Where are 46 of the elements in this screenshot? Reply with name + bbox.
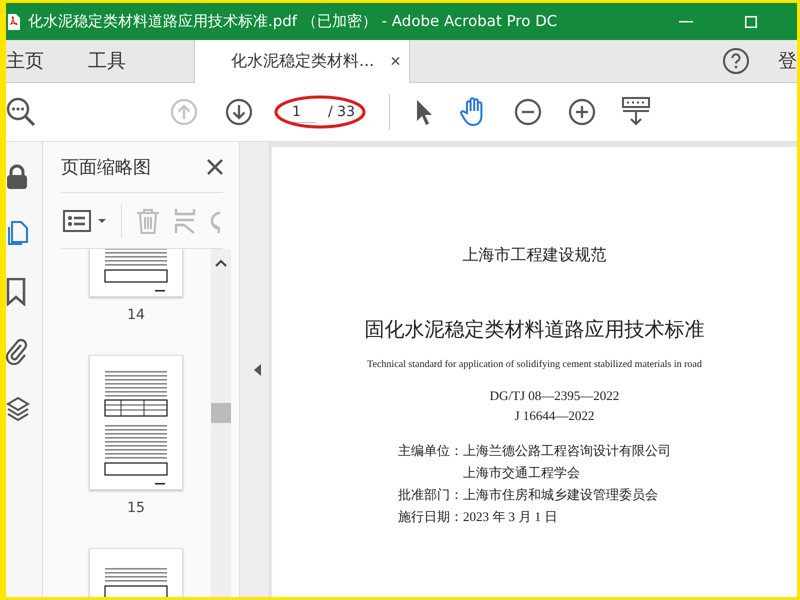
document-tab-label[interactable]: 化水泥稳定类材料... (231, 51, 374, 72)
paperclip-icon[interactable] (6, 337, 28, 365)
standard-code: DG/TJ 08—2395—2022 (490, 388, 620, 404)
layers-icon[interactable] (6, 396, 30, 424)
credit-label: 批准部门： (398, 486, 463, 504)
nav-tab[interactable]: 工具 (88, 40, 142, 82)
close-tab-button[interactable]: × (390, 51, 401, 72)
credit-label: 施行日期： (398, 508, 463, 526)
credit-value: 2023 年 3 月 1 日 (463, 508, 558, 526)
page-count: / 33 (328, 104, 355, 120)
nav-tab[interactable]: 主页 (6, 40, 60, 82)
document-tab[interactable]: 化水泥稳定类材料... × (194, 40, 410, 83)
page-number-field[interactable]: 1 (292, 102, 316, 122)
search-icon[interactable] (6, 97, 36, 127)
credit-value: 上海市住房和城乡建设管理委员会 (463, 486, 658, 504)
close-icon[interactable] (207, 159, 223, 175)
options-menu-icon[interactable] (63, 210, 107, 232)
collapse-panel-icon[interactable] (254, 364, 261, 376)
scrollbar[interactable] (211, 249, 231, 597)
help-icon[interactable] (722, 47, 750, 75)
document-title: 固化水泥稳定类材料道路应用技术标准 (364, 318, 704, 343)
scrollbar-thumb[interactable] (211, 403, 231, 423)
scroll-up-icon[interactable] (215, 259, 227, 267)
sign-in-link[interactable]: 登 (778, 48, 797, 74)
maximize-icon[interactable] (745, 16, 757, 28)
english-title: Technical standard for application of solidifying cement stabilized materials in road (367, 359, 702, 370)
window-title: 化水泥稳定类材料道路应用技术标准.pdf （已加密） - Adobe Acrobat Pro DC (28, 12, 558, 31)
document-series: 上海市工程建设规范 (462, 246, 606, 266)
zoom-out-icon[interactable] (514, 98, 542, 126)
zoom-in-icon[interactable] (568, 98, 596, 126)
pdf-file-icon (8, 14, 20, 30)
page-number-label: 15 (127, 500, 145, 516)
pages-icon[interactable] (6, 221, 28, 247)
standard-code: J 16644—2022 (514, 408, 594, 424)
page-thumbnail[interactable] (89, 249, 183, 297)
page-number-label: 14 (127, 307, 145, 323)
minimize-icon[interactable] (679, 20, 693, 22)
panel-title: 页面缩略图 (61, 156, 151, 179)
page-thumbnail[interactable] (89, 355, 183, 490)
credit-value: 上海市交通工程学会 (463, 464, 581, 482)
keyboard-down-arrow-icon[interactable] (622, 97, 650, 127)
page-thumbnail[interactable] (89, 548, 183, 597)
bookmark-icon[interactable] (6, 278, 26, 306)
credit-label: 主编单位： (398, 442, 463, 460)
credit-value: 上海兰德公路工程咨询设计有限公司 (463, 442, 671, 460)
lock-icon[interactable] (6, 164, 28, 190)
